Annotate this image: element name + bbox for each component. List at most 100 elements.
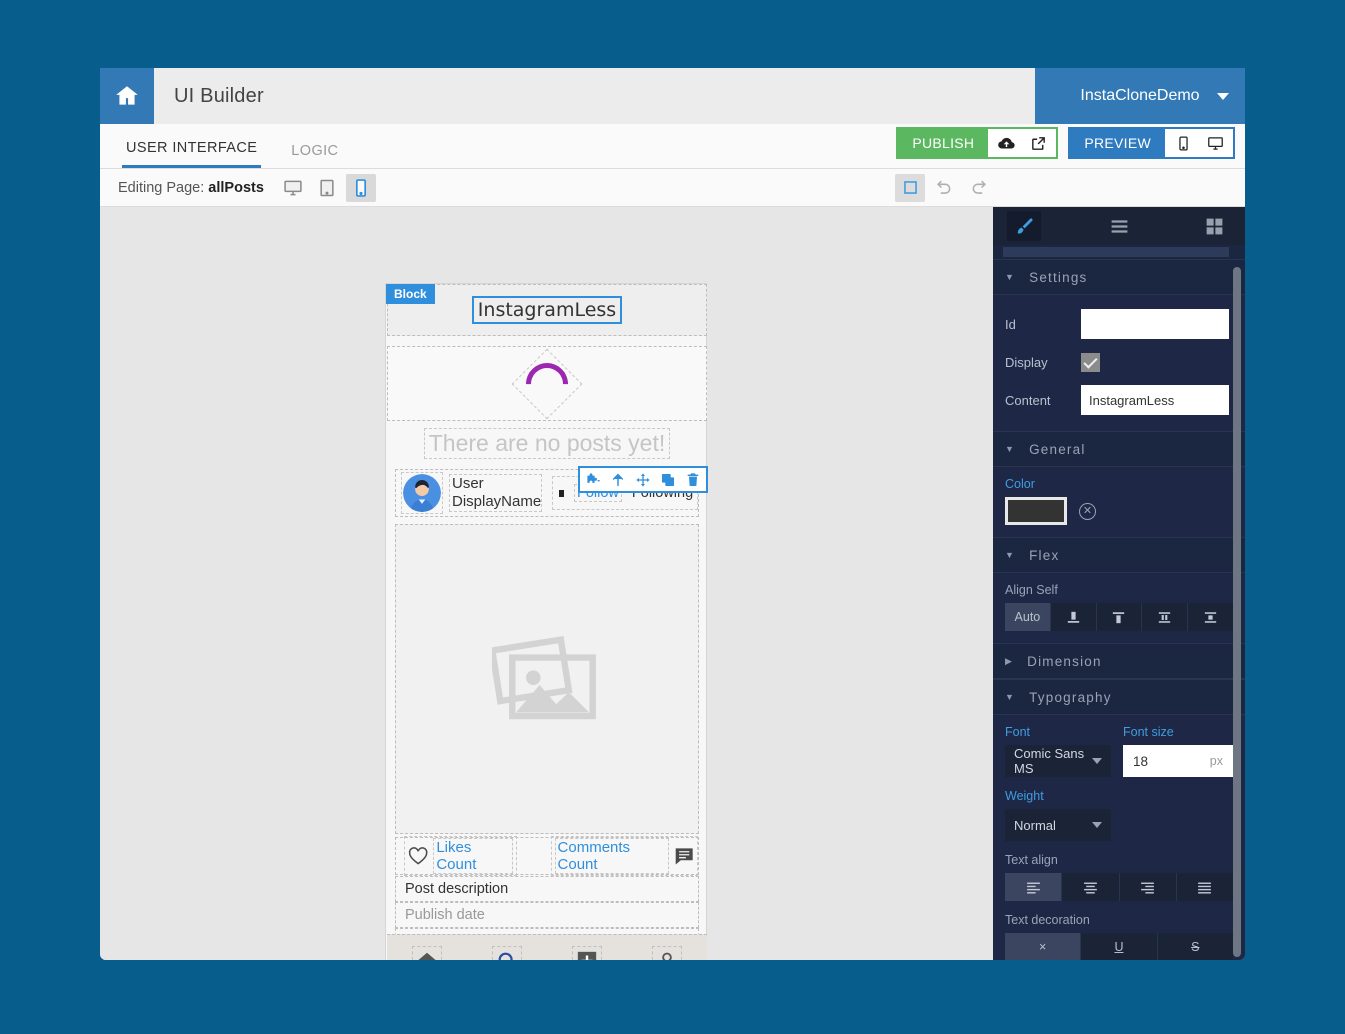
post-description-row[interactable]: Post description	[395, 876, 699, 902]
heart-icon	[408, 847, 428, 865]
image-placeholder[interactable]	[395, 524, 699, 834]
clear-circle-icon[interactable]: ✕	[1079, 502, 1096, 520]
main-tabs: USER INTERFACE LOGIC PUBLISH PREVIEW	[100, 124, 1245, 169]
move-drag-icon[interactable]	[633, 470, 653, 490]
breadcrumb[interactable]	[1003, 247, 1229, 257]
current-page-name: allPosts	[208, 179, 264, 196]
align-justify-icon[interactable]	[1176, 873, 1233, 901]
chevron-right-icon: ▶	[1005, 655, 1014, 666]
selection-box-icon[interactable]	[895, 173, 925, 202]
brush-icon[interactable]	[1007, 211, 1041, 241]
section-settings-header[interactable]: ▼ Settings	[993, 259, 1245, 295]
align-self-center[interactable]	[1188, 603, 1233, 631]
section-general-body: Color ✕	[993, 467, 1245, 537]
section-flex-body: Align Self Auto	[993, 573, 1245, 643]
panel-scrollbar[interactable]	[1233, 267, 1241, 957]
likes-count-label[interactable]: Likes Count	[433, 838, 513, 874]
section-typography-body: Font Comic Sans MS Font size 18 px Weigh…	[993, 715, 1245, 960]
tab-user-interface[interactable]: USER INTERFACE	[122, 140, 262, 168]
section-flex-header[interactable]: ▼ Flex	[993, 537, 1245, 573]
image-placeholder-icon	[492, 635, 596, 719]
publish-date-row[interactable]: Publish date	[395, 902, 699, 928]
strikethrough-icon[interactable]: S	[1157, 933, 1233, 960]
publish-date-text: Publish date	[405, 907, 485, 923]
preview-label[interactable]: PREVIEW	[1070, 129, 1165, 157]
chevron-down-icon	[1217, 93, 1229, 100]
text-align-group	[1005, 873, 1233, 901]
likes-group[interactable]: Likes Count	[404, 836, 517, 876]
redo-icon[interactable]	[963, 174, 993, 202]
align-self-stretch[interactable]	[1142, 603, 1189, 631]
field-content: Content	[1005, 381, 1233, 419]
cloud-upload-icon[interactable]	[993, 130, 1019, 156]
canvas-tools	[895, 173, 993, 202]
font-size-input[interactable]: 18 px	[1123, 745, 1233, 777]
align-self-flex-end[interactable]	[1096, 603, 1143, 631]
editing-page-label: Editing Page: allPosts	[118, 180, 264, 196]
align-left-icon[interactable]	[1005, 873, 1063, 901]
duplicate-icon[interactable]	[658, 470, 678, 490]
content-input[interactable]	[1081, 385, 1229, 415]
mobile-icon[interactable]	[1170, 130, 1196, 156]
underline-icon[interactable]: U	[1081, 933, 1158, 960]
align-self-auto[interactable]: Auto	[1005, 603, 1051, 631]
device-tablet-icon[interactable]	[312, 174, 342, 202]
device-mobile-icon[interactable]	[345, 173, 376, 202]
comments-count-label[interactable]: Comments Count	[554, 838, 669, 874]
field-display: Display	[1005, 343, 1233, 381]
component-puzzle-icon[interactable]	[583, 470, 603, 490]
section-general-header[interactable]: ▼ General	[993, 431, 1245, 467]
device-desktop-icon[interactable]	[278, 174, 308, 202]
external-link-icon[interactable]	[1025, 130, 1051, 156]
section-typography-header[interactable]: ▼ Typography	[993, 679, 1245, 715]
header-block[interactable]: InstagramLess	[387, 284, 707, 336]
display-label: Display	[1005, 354, 1048, 370]
avatar[interactable]	[401, 472, 443, 514]
section-dimension-header[interactable]: ▶ Dimension	[993, 643, 1245, 679]
bottom-navigation	[387, 934, 707, 960]
comments-group[interactable]: Comments Count	[550, 836, 698, 876]
publish-label[interactable]: PUBLISH	[898, 129, 988, 157]
design-canvas[interactable]: Block InstagramLess There are no posts y…	[100, 207, 993, 960]
color-row: ✕	[1005, 497, 1233, 525]
desktop-icon[interactable]	[1202, 130, 1228, 156]
font-row: Font Comic Sans MS Font size 18 px	[1005, 725, 1233, 777]
color-swatch[interactable]	[1005, 497, 1067, 525]
preview-button-group[interactable]: PREVIEW	[1068, 127, 1235, 159]
align-center-icon[interactable]	[1062, 873, 1120, 901]
selected-title-element[interactable]: InstagramLess	[471, 296, 623, 324]
nav-home-icon[interactable]	[412, 945, 442, 960]
post-meta-row[interactable]: Likes Count Comments Count	[395, 836, 699, 876]
editor-toolbar: Editing Page: allPosts	[100, 169, 1245, 207]
select-parent-arrow-icon[interactable]	[608, 470, 628, 490]
project-selector[interactable]: InstaCloneDemo	[1035, 68, 1245, 124]
delete-trash-icon[interactable]	[683, 470, 703, 490]
project-name: InstaCloneDemo	[1080, 87, 1200, 104]
grid-layout-icon[interactable]	[1197, 211, 1231, 241]
nav-add-plus-icon[interactable]	[572, 945, 602, 960]
home-icon[interactable]	[100, 68, 154, 124]
content-label: Content	[1005, 392, 1051, 408]
align-self-group: Auto	[1005, 603, 1233, 631]
id-input[interactable]	[1081, 309, 1229, 339]
font-label: Font	[1005, 725, 1031, 739]
hamburger-menu-icon[interactable]	[1102, 211, 1136, 241]
tab-logic[interactable]: LOGIC	[287, 143, 342, 168]
weight-select[interactable]: Normal	[1005, 809, 1111, 841]
app-window: UI Builder InstaCloneDemo USER INTERFACE…	[100, 68, 1245, 960]
undo-icon[interactable]	[929, 174, 959, 202]
decoration-none-icon[interactable]: ×	[1005, 933, 1082, 960]
align-self-flex-start[interactable]	[1050, 603, 1097, 631]
nav-search-icon[interactable]	[492, 945, 522, 960]
publish-button-group[interactable]: PUBLISH	[896, 127, 1059, 159]
publish-icons	[988, 129, 1057, 157]
spinner-block[interactable]	[387, 346, 707, 421]
font-select[interactable]: Comic Sans MS	[1005, 745, 1111, 777]
display-checkbox[interactable]	[1081, 352, 1100, 372]
panel-body: ▼ Settings Id Display Content ▼	[993, 245, 1245, 960]
editing-prefix: Editing Page:	[118, 179, 205, 196]
align-right-icon[interactable]	[1119, 873, 1177, 901]
chevron-down-icon: ▼	[1005, 272, 1016, 282]
nav-profile-person-icon[interactable]	[652, 945, 682, 960]
no-posts-row[interactable]: There are no posts yet!	[387, 424, 707, 462]
